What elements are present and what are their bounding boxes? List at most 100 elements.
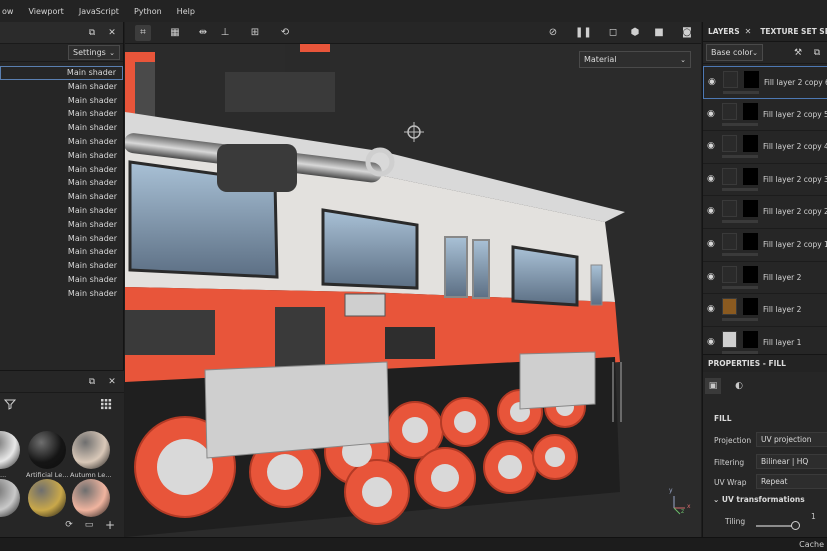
layer-row[interactable]: ◉ Fill layer 2 copy 5 <box>703 99 827 132</box>
add-icon[interactable]: + <box>104 519 116 531</box>
eye-icon[interactable]: ◉ <box>708 77 716 87</box>
layer-mask-thumbnail <box>743 265 758 283</box>
viewport-3d[interactable]: Material ⌄ y x z <box>125 22 701 537</box>
shader-list-item[interactable]: Main shader <box>0 163 123 177</box>
layer-mask-thumbnail <box>743 102 758 120</box>
shader-list-item[interactable]: Main shader <box>0 107 123 121</box>
shader-list: Main shader Main shader Main shader Main sh… <box>0 66 123 301</box>
axis-y-label: y <box>669 487 673 494</box>
layer-row[interactable]: ◉ Fill layer 2 copy 4 <box>703 131 827 164</box>
crop-icon[interactable]: ⊞ <box>247 25 263 41</box>
layer-thumbnail <box>722 265 737 283</box>
shader-list-item[interactable]: Main shader <box>0 218 123 232</box>
settings-dropdown[interactable]: Settings ⌄ <box>68 45 120 60</box>
undock-icon[interactable]: ⧉ <box>86 376 98 388</box>
refresh-icon[interactable]: ⟳ <box>63 519 75 531</box>
layer-mask-thumbnail <box>744 71 759 88</box>
layer-row[interactable]: ◉ Fill layer 2 copy 2 <box>703 196 827 229</box>
cube-icon[interactable]: ⬢ <box>627 25 643 41</box>
layer-opacity-bar <box>722 187 758 191</box>
chevron-down-icon: ⌄ <box>713 495 722 504</box>
filter-icon[interactable] <box>3 398 17 410</box>
mirror-icon[interactable]: ⇹ <box>195 25 211 41</box>
view-mode-icon[interactable]: ◻ <box>605 25 621 41</box>
shader-list-item[interactable]: Main shader <box>0 94 123 108</box>
eye-icon[interactable]: ◉ <box>707 109 715 119</box>
menu-help[interactable]: Help <box>177 7 195 16</box>
material-icon[interactable]: ◐ <box>731 378 747 394</box>
material-thumbnail[interactable] <box>28 431 66 469</box>
layer-row[interactable]: ◉ Fill layer 2 copy 1 <box>703 229 827 262</box>
material-thumbnail[interactable] <box>0 479 20 517</box>
screenshot-icon[interactable]: ◙ <box>679 25 695 41</box>
layer-row[interactable]: ◉ Fill layer 2 copy 6 <box>703 66 827 99</box>
eye-icon[interactable]: ◉ <box>707 174 715 184</box>
shader-list-item[interactable]: Main shader <box>0 287 123 301</box>
shader-list-item[interactable]: Main shader <box>0 80 123 94</box>
layers-panel: LAYERS ✕ TEXTURE SET SE Base color ⌄ ⚒ ⧉… <box>702 22 827 537</box>
layer-row[interactable]: ◉ Fill layer 2 copy 3 <box>703 164 827 197</box>
close-icon[interactable]: ✕ <box>745 27 752 36</box>
pause-icon[interactable]: ❚❚ <box>575 25 592 41</box>
material-thumbnail[interactable] <box>72 431 110 469</box>
tab-texture-set-settings[interactable]: TEXTURE SET SE <box>755 27 827 36</box>
align-icon[interactable]: ⊥ <box>217 25 233 41</box>
eye-icon[interactable]: ◉ <box>707 337 715 347</box>
menu-viewport[interactable]: Viewport <box>28 7 63 16</box>
filtering-select[interactable]: Bilinear | HQ <box>756 454 827 469</box>
selection-mode-icon[interactable]: ⌗ <box>135 25 151 41</box>
menu-window[interactable]: ow <box>2 7 13 16</box>
shader-list-item[interactable]: Main shader <box>0 259 123 273</box>
properties-header: PROPERTIES - FILL <box>703 354 827 372</box>
shader-list-item[interactable]: Main shader <box>0 176 123 190</box>
shelf-toolbar <box>0 393 124 417</box>
eye-icon[interactable]: ◉ <box>707 239 715 249</box>
add-layer-icon[interactable]: ⧉ <box>811 47 823 59</box>
filtering-label: Filtering <box>714 458 745 467</box>
eye-icon[interactable]: ◉ <box>707 272 715 282</box>
tiling-slider-handle[interactable] <box>791 521 800 530</box>
shader-list-item[interactable]: Main shader <box>0 190 123 204</box>
shader-list-item[interactable]: Main shader <box>0 135 123 149</box>
undock-icon[interactable]: ⧉ <box>86 27 98 39</box>
layer-row[interactable]: ◉ Fill layer 2 <box>703 262 827 295</box>
tools-icon[interactable]: ⚒ <box>792 47 804 59</box>
shader-list-item[interactable]: Main shader <box>0 66 123 80</box>
layer-name: Fill layer 2 copy 1 <box>763 239 827 249</box>
shader-list-item[interactable]: Main shader <box>0 245 123 259</box>
layer-thumbnail <box>722 330 737 348</box>
fill-settings-icon[interactable]: ▣ <box>705 378 721 394</box>
shader-list-item[interactable]: Main shader <box>0 149 123 163</box>
menu-javascript[interactable]: JavaScript <box>79 7 119 16</box>
visibility-off-icon[interactable]: ⊘ <box>545 25 561 41</box>
uv-wrap-select[interactable]: Repeat <box>756 474 827 489</box>
close-icon[interactable]: ✕ <box>106 376 118 388</box>
layer-mask-thumbnail <box>743 330 758 348</box>
material-thumbnail[interactable] <box>72 479 110 517</box>
uv-transformations-toggle[interactable]: ⌄ UV transformations <box>713 495 805 504</box>
close-icon[interactable]: ✕ <box>106 27 118 39</box>
shader-list-item[interactable]: Main shader <box>0 121 123 135</box>
material-thumbnail[interactable] <box>0 431 20 469</box>
eye-icon[interactable]: ◉ <box>707 141 715 151</box>
layer-row[interactable]: ◉ Fill layer 2 <box>703 294 827 327</box>
channel-select[interactable]: Material ⌄ <box>579 51 691 68</box>
projection-select[interactable]: UV projection <box>756 432 827 447</box>
shader-list-item[interactable]: Main shader <box>0 204 123 218</box>
camera-video-icon[interactable]: ■ <box>651 25 667 41</box>
material-thumbnail[interactable] <box>28 479 66 517</box>
shader-list-item[interactable]: Main shader <box>0 232 123 246</box>
eye-icon[interactable]: ◉ <box>707 304 715 314</box>
grid-view-icon[interactable] <box>100 398 112 410</box>
tank-render <box>125 22 701 537</box>
history-icon[interactable]: ⟲ <box>277 25 293 41</box>
layer-opacity-bar <box>723 91 759 94</box>
menu-python[interactable]: Python <box>134 7 162 16</box>
folder-icon[interactable]: ▭ <box>83 519 95 531</box>
tab-layers[interactable]: LAYERS <box>703 27 745 36</box>
shader-list-item[interactable]: Main shader <box>0 273 123 287</box>
base-color-dropdown[interactable]: Base color ⌄ <box>706 44 763 61</box>
grid-tool-icon[interactable]: ▦ <box>167 25 183 41</box>
eye-icon[interactable]: ◉ <box>707 206 715 216</box>
shader-toolbar: Settings ⌄ <box>0 44 123 62</box>
